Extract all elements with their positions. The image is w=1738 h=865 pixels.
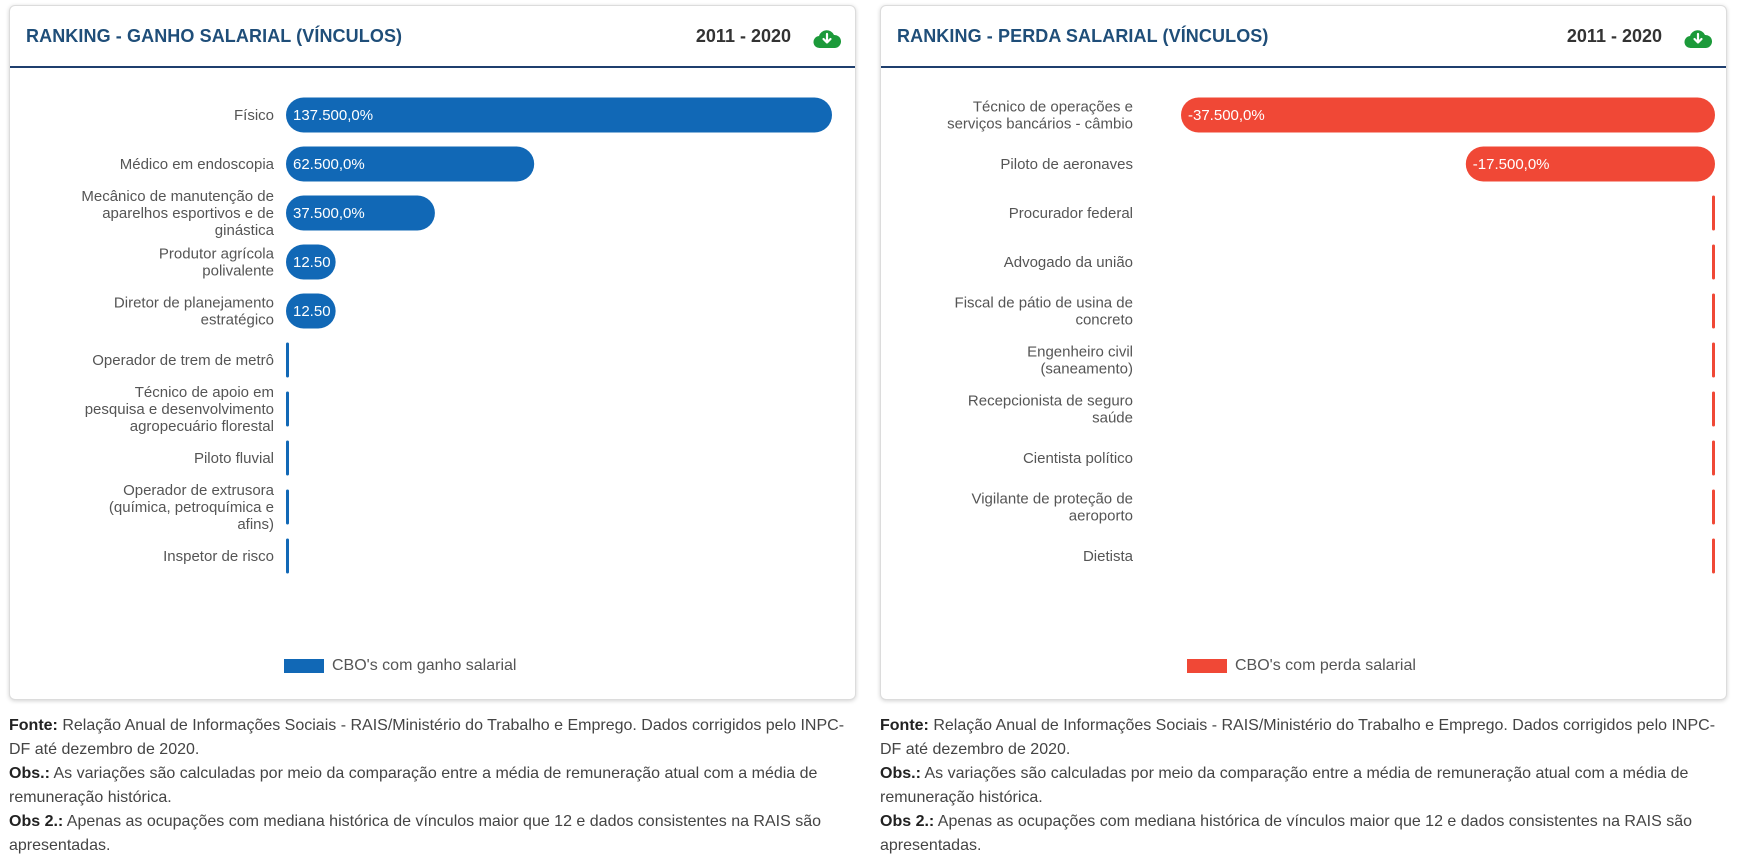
loss-bar-chart: Técnico de operações e serviços bancários… xyxy=(947,97,1715,574)
category-label: Operador de trem de metrô xyxy=(92,352,274,369)
gain-card-period: 2011 - 2020 xyxy=(695,26,791,46)
loss-legend[interactable]: CBO's com perda salarial xyxy=(1187,657,1416,675)
fonte-note: Fonte: Relação Anual de Informações Soci… xyxy=(9,717,845,758)
cloud-download-icon[interactable] xyxy=(1684,28,1712,50)
loss-card-title: RANKING - PERDA SALARIAL (VÍNCULOS) xyxy=(897,26,1269,46)
data-label: -37.500,0% xyxy=(1188,107,1265,124)
category-label: Engenheiro civil (saneamento) xyxy=(1027,344,1133,378)
category-label: Vigilante de proteção de aeroporto xyxy=(971,491,1133,525)
loss-card-period: 2011 - 2020 xyxy=(1566,26,1662,46)
loss-legend-label: CBO's com perda salarial xyxy=(1235,657,1416,674)
loss-legend-swatch xyxy=(1187,659,1227,673)
gain-bar-chart: Físico 137.500,0% Médico em endoscopia 62.5… xyxy=(81,97,832,574)
loss-card-header: RANKING - PERDA SALARIAL (VÍNCULOS) 2011… xyxy=(881,6,1726,68)
obs-note: Obs.: As variações são calculadas por me… xyxy=(9,765,818,806)
gain-ranking-card: RANKING - GANHO SALARIAL (VÍNCULOS) 2011… xyxy=(9,5,856,700)
bar[interactable] xyxy=(1712,342,1715,378)
gain-card-title: RANKING - GANHO SALARIAL (VÍNCULOS) xyxy=(26,26,403,46)
bar[interactable] xyxy=(1712,244,1715,280)
loss-ranking-card: RANKING - PERDA SALARIAL (VÍNCULOS) 2011… xyxy=(880,5,1727,700)
fonte-note: Fonte: Relação Anual de Informações Soci… xyxy=(880,717,1716,758)
category-label: Recepcionista de seguro saúde xyxy=(968,393,1133,427)
data-label: 37.500,0% xyxy=(293,205,365,222)
bar[interactable] xyxy=(1712,391,1715,427)
loss-notes: Fonte: Relação Anual de Informações Soci… xyxy=(880,714,1730,858)
bar[interactable] xyxy=(1712,489,1715,525)
category-label: Técnico de operações e serviços bancários… xyxy=(947,99,1133,133)
bar[interactable] xyxy=(286,489,289,525)
category-label: Fiscal de pátio de usina de concreto xyxy=(955,295,1133,329)
category-label: Advogado da união xyxy=(1004,254,1133,271)
bar[interactable] xyxy=(1712,195,1715,231)
category-label: Procurador federal xyxy=(1009,205,1133,222)
gain-notes: Fonte: Relação Anual de Informações Soci… xyxy=(9,714,859,858)
data-label: 137.500,0% xyxy=(293,107,373,124)
gain-legend-swatch xyxy=(284,659,324,673)
data-label: 12.50 xyxy=(293,303,331,320)
category-label: Piloto fluvial xyxy=(194,450,274,467)
bar[interactable] xyxy=(286,391,289,427)
bar[interactable] xyxy=(286,440,289,476)
category-label: Cientista político xyxy=(1023,450,1133,467)
category-label: Piloto de aeronaves xyxy=(1000,156,1133,173)
data-label: -17.500,0% xyxy=(1473,156,1550,173)
category-label: Dietista xyxy=(1083,548,1134,565)
bar[interactable] xyxy=(1712,440,1715,476)
category-label: Mecânico de manutenção de aparelhos espor… xyxy=(81,188,274,239)
obs2-note: Obs 2.: Apenas as ocupações com mediana … xyxy=(9,813,822,854)
bar[interactable] xyxy=(1712,293,1715,329)
category-label: Operador de extrusora (química, petroquím… xyxy=(109,482,275,533)
category-label: Técnico de apoio em pesquisa e desenvolvi… xyxy=(85,384,274,435)
gain-legend-label: CBO's com ganho salarial xyxy=(332,657,517,674)
bar[interactable] xyxy=(286,538,289,574)
bar[interactable] xyxy=(1712,538,1715,574)
bar[interactable] xyxy=(286,342,289,378)
category-label: Físico xyxy=(234,107,274,124)
category-label: Inspetor de risco xyxy=(163,548,274,565)
category-label: Produtor agrícola polivalente xyxy=(159,246,275,280)
gain-card-header: RANKING - GANHO SALARIAL (VÍNCULOS) 2011… xyxy=(10,6,855,68)
cloud-download-icon[interactable] xyxy=(813,28,841,50)
gain-legend[interactable]: CBO's com ganho salarial xyxy=(284,657,516,675)
data-label: 12.50 xyxy=(293,254,331,271)
data-label: 62.500,0% xyxy=(293,156,365,173)
category-label: Diretor de planejamento estratégico xyxy=(114,295,274,329)
obs-note: Obs.: As variações são calculadas por me… xyxy=(880,765,1689,806)
category-label: Médico em endoscopia xyxy=(120,156,275,173)
obs2-note: Obs 2.: Apenas as ocupações com mediana … xyxy=(880,813,1693,854)
